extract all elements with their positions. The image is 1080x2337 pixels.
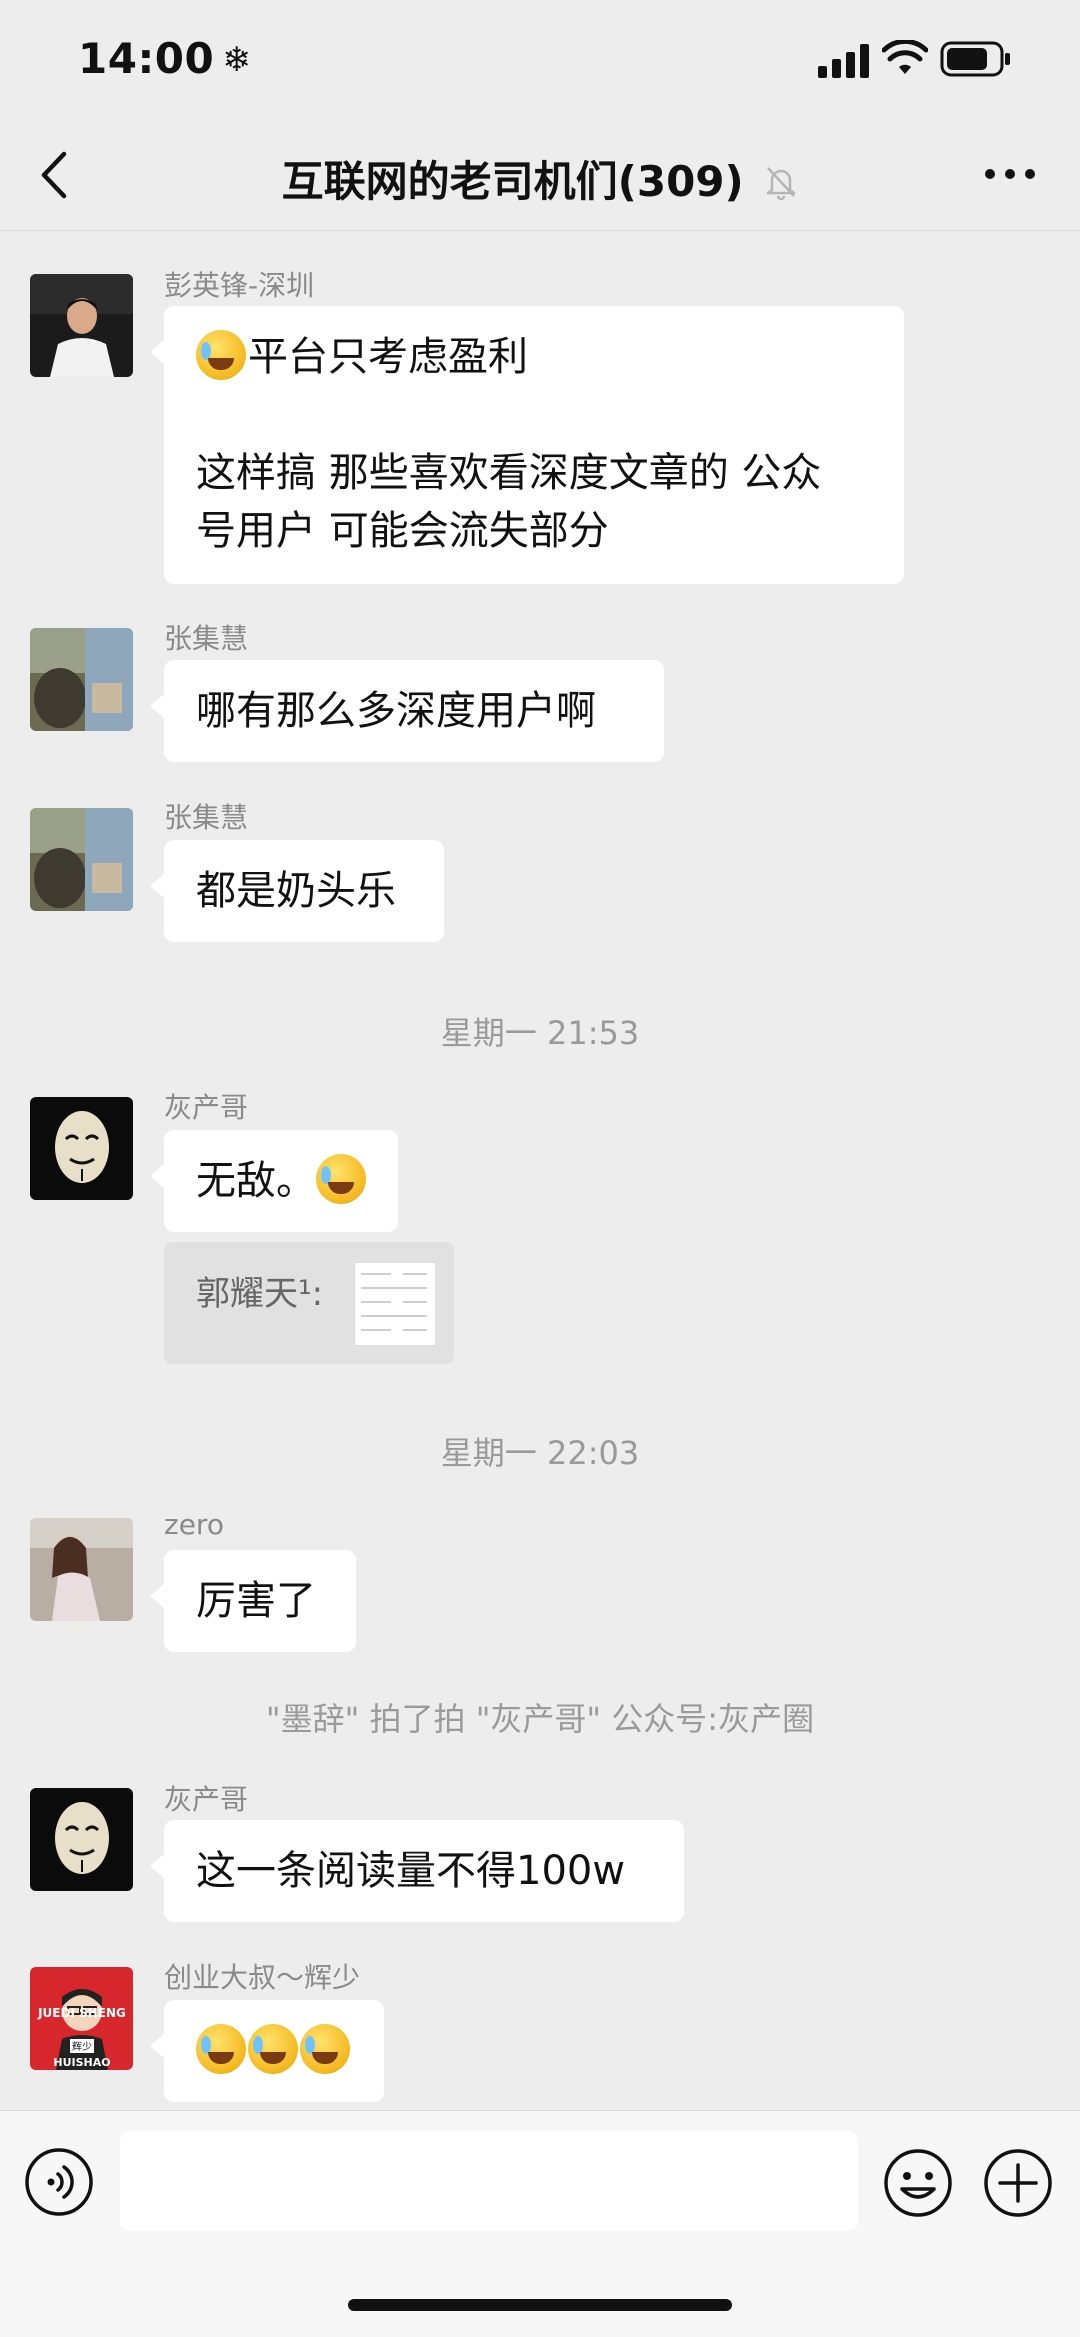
status-time-text: 14:00 — [78, 34, 215, 83]
mute-bell-icon — [767, 167, 796, 200]
avatar[interactable] — [30, 808, 133, 911]
quote-text: 郭耀天¹: — [196, 1274, 324, 1314]
avatar-label-bottom: HUISHAO — [53, 2056, 110, 2069]
message-text: 厉害了 — [196, 1578, 316, 1624]
message-text: 无敌。 — [196, 1158, 316, 1204]
avatar-mask-icon — [30, 1097, 133, 1200]
snowflake-icon: ❄ — [222, 40, 252, 80]
chat-header: 互联网的老司机们(309) — [0, 120, 1080, 231]
message-bubble[interactable]: 厉害了 — [150, 1550, 356, 1652]
avatar-photo-outdoor-icon — [30, 808, 133, 911]
wifi-icon — [882, 40, 928, 74]
avatar[interactable] — [30, 1097, 133, 1200]
cry-laugh-emoji — [196, 2024, 246, 2074]
sender-name: 创业大叔～辉少 — [164, 1961, 361, 1994]
sender-name: 张集慧 — [164, 801, 249, 834]
avatar-mask-icon — [30, 1788, 133, 1891]
message-text: 这一条阅读量不得100w — [196, 1848, 626, 1894]
avatar[interactable]: JUEDI SHENG 辉少 HUISHAO — [30, 1967, 133, 2070]
message-line: 号用户 可能会流失部分 — [196, 508, 609, 554]
sender-name: zero — [164, 1508, 224, 1541]
message-line: 无敌。 — [196, 1152, 366, 1210]
battery-icon — [940, 41, 1010, 77]
sender-name: 灰产哥 — [164, 1783, 249, 1816]
status-time: 14:00 ❄ — [78, 34, 251, 83]
message-line: 平台只考虑盈利 — [196, 328, 872, 386]
voice-icon[interactable] — [24, 2147, 94, 2217]
avatar[interactable] — [30, 1518, 133, 1621]
avatar-cartoon-icon: JUEDI SHENG 辉少 HUISHAO — [30, 1967, 133, 2070]
message-input[interactable] — [120, 2131, 858, 2231]
message-text: 哪有那么多深度用户啊 — [196, 688, 596, 734]
avatar-photo-outdoor-icon — [30, 628, 133, 731]
message-emoji-line — [196, 2022, 352, 2080]
cry-laugh-emoji — [196, 330, 246, 380]
cry-laugh-emoji — [316, 1154, 366, 1204]
home-indicator[interactable] — [348, 2299, 732, 2311]
avatar-label-top: JUEDI SHENG — [37, 2006, 126, 2020]
input-bar — [0, 2110, 1080, 2337]
plus-icon[interactable] — [982, 2147, 1054, 2219]
cellular-signal-icon — [818, 44, 869, 78]
message-bubble[interactable]: 平台只考虑盈利 这样搞 那些喜欢看深度文章的 公众 号用户 可能会流失部分 — [150, 306, 904, 584]
avatar-badge: 辉少 — [72, 2041, 92, 2053]
system-pat-notice: "墨辞" 拍了拍 "灰产哥" 公众号:灰产圈 — [265, 1700, 815, 1738]
message-bubble[interactable]: 都是奶头乐 — [150, 840, 444, 942]
message-text: 平台只考虑盈利 — [248, 334, 528, 380]
sender-name: 灰产哥 — [164, 1091, 249, 1124]
sender-name: 张集慧 — [164, 622, 249, 655]
message-bubble[interactable] — [150, 2000, 384, 2102]
cry-laugh-emoji — [300, 2024, 350, 2074]
quoted-message[interactable]: 郭耀天¹: — [164, 1242, 454, 1364]
avatar[interactable] — [30, 628, 133, 731]
message-text: 都是奶头乐 — [196, 868, 396, 914]
chat-title-text: 互联网的老司机们(309) — [281, 157, 744, 206]
message-bubble[interactable]: 无敌。 — [150, 1130, 398, 1232]
timestamp: 星期一 22:03 — [440, 1434, 640, 1472]
cry-laugh-emoji — [248, 2024, 298, 2074]
avatar-photo-man-icon — [30, 274, 133, 377]
message-bubble[interactable]: 哪有那么多深度用户啊 — [150, 660, 664, 762]
emoji-icon[interactable] — [882, 2147, 954, 2219]
avatar[interactable] — [30, 1788, 133, 1891]
sender-name: 彭英锋-深圳 — [164, 269, 315, 302]
status-bar: 14:00 ❄ — [0, 0, 1080, 120]
more-icon[interactable] — [982, 162, 1038, 186]
message-bubble[interactable]: 这一条阅读量不得100w — [150, 1820, 684, 1922]
message-line: 这样搞 那些喜欢看深度文章的 公众 — [196, 450, 822, 496]
quote-thumbnail-image — [354, 1262, 436, 1346]
chat-title: 互联网的老司机们(309) — [0, 148, 1080, 209]
avatar-photo-girl-icon — [30, 1518, 133, 1621]
timestamp: 星期一 21:53 — [440, 1014, 640, 1052]
avatar[interactable] — [30, 274, 133, 377]
